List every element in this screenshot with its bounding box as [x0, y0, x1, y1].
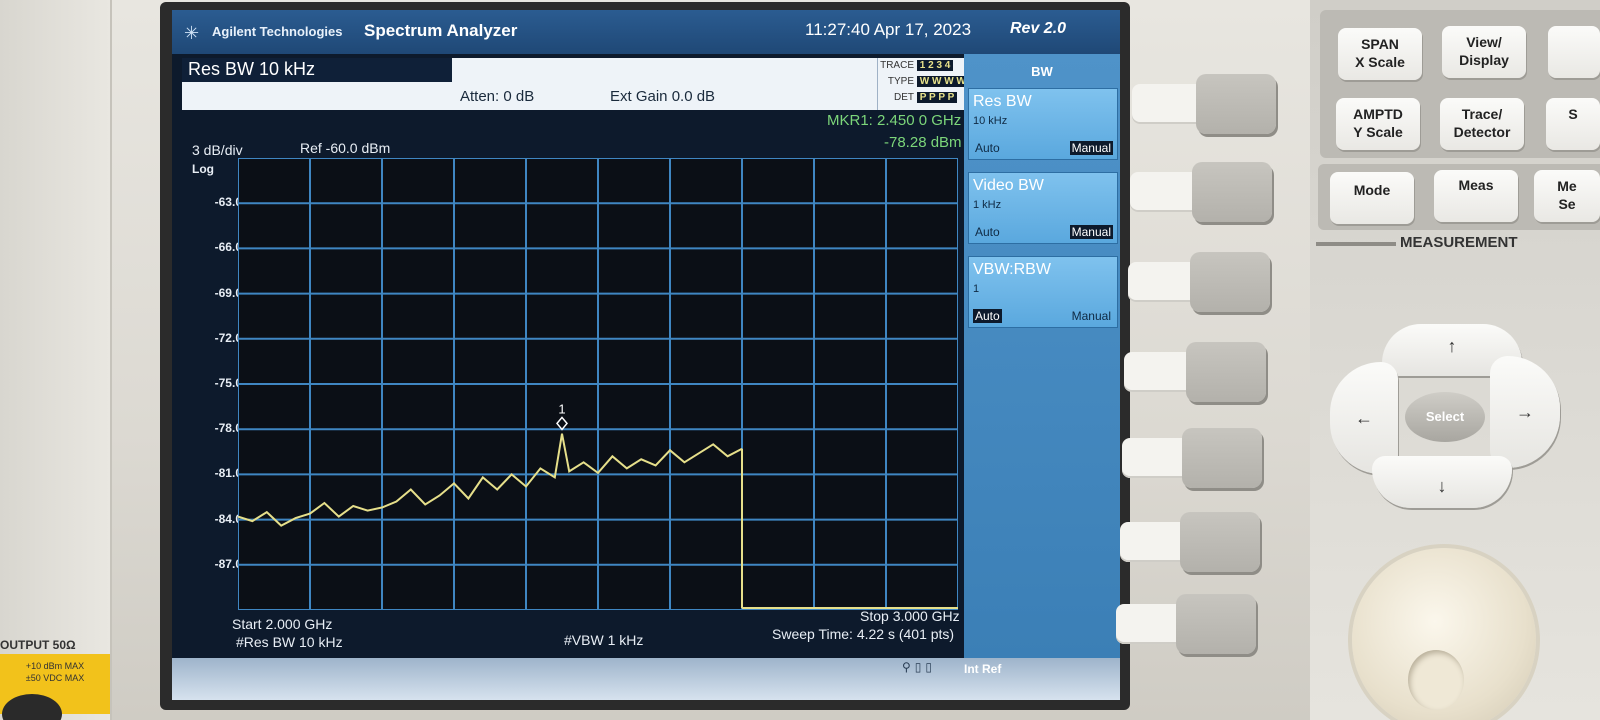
softkey-value: 10 kHz: [973, 115, 1008, 127]
attenuation-readout: Atten: 0 dB: [460, 88, 535, 105]
amptd-y-scale-key[interactable]: AMPTD Y Scale: [1336, 98, 1420, 150]
softkey-5-tab: [1122, 438, 1188, 478]
softkey-6-button[interactable]: [1180, 512, 1260, 572]
y-axis-label: -72.0: [214, 330, 242, 345]
softkey-auto: Auto: [975, 141, 1000, 155]
softkey-auto: Auto: [975, 225, 1000, 239]
y-axis-label: -87.0: [214, 556, 242, 571]
softkey-name: Res BW: [973, 93, 1032, 110]
marker-amplitude: -78.28 dBm: [884, 134, 962, 151]
ext-gain-readout: Ext Gain 0.0 dB: [610, 88, 716, 105]
softkey-manual-selected: Manual: [1069, 141, 1113, 155]
footer-vbw: #VBW 1 kHz: [564, 632, 644, 648]
softkey-7-tab: [1116, 604, 1182, 644]
y-axis-label: -84.0: [214, 511, 242, 526]
header-bar: ✳ Agilent Technologies Spectrum Analyzer…: [172, 10, 1120, 54]
y-axis-label: -75.0: [214, 376, 242, 390]
measurement-section-label: MEASUREMENT: [1400, 234, 1518, 251]
trace-label: TRACE: [880, 60, 914, 71]
s-key[interactable]: S: [1546, 98, 1600, 150]
date-time: 11:27:40 Apr 17, 2023: [805, 20, 972, 39]
y-axis-label: -69.0: [214, 285, 242, 300]
down-arrow-key[interactable]: ↓: [1372, 456, 1512, 508]
softkey-1-button[interactable]: [1196, 74, 1276, 134]
view-display-key[interactable]: View/ Display: [1442, 26, 1526, 78]
agilent-spark-icon: ✳: [184, 23, 200, 43]
int-ref-indicator: Int Ref: [964, 662, 1002, 676]
softkey-panel: BW Res BW 10 kHz Auto Manual Video BW 1 …: [964, 54, 1120, 658]
softkey-name: VBW:RBW: [973, 261, 1051, 278]
softkey-value: 1: [973, 283, 980, 295]
footer-res-bw: #Res BW 10 kHz: [236, 634, 343, 650]
reference-level: Ref -60.0 dBm: [300, 140, 391, 156]
app-title: Spectrum Analyzer: [364, 21, 518, 40]
softkey-4-tab: [1124, 352, 1190, 392]
meas-key[interactable]: Meas: [1434, 170, 1518, 222]
softkey-manual-selected: Manual: [1069, 225, 1113, 239]
softkey-7-button[interactable]: [1176, 594, 1256, 654]
brand-name: Agilent Technologies: [212, 24, 343, 39]
softkey-value: 1 kHz: [973, 199, 1002, 211]
softkey-menu-title: BW: [1031, 64, 1053, 79]
marker-1-number: 1: [558, 401, 565, 416]
y-axis-label: -63.0: [214, 195, 242, 210]
det-values: P P P P: [916, 92, 958, 103]
output-label: OUTPUT 50Ω: [0, 638, 76, 652]
scale-per-div: 3 dB/div: [192, 142, 243, 158]
softkey-manual: Manual: [1071, 309, 1111, 323]
softkey-5-button[interactable]: [1182, 428, 1262, 488]
mode-key[interactable]: Mode: [1330, 172, 1414, 224]
partial-key-top[interactable]: [1548, 26, 1600, 78]
type-row: TYPE W W W W: [880, 76, 969, 92]
trace-values: 1 2 3 4: [916, 60, 954, 71]
knob-finger-dimple: [1408, 650, 1464, 710]
softkey-6-tab: [1120, 522, 1186, 562]
select-button[interactable]: Select: [1405, 392, 1485, 442]
warning-text: +10 dBm MAX ±50 VDC MAX: [25, 661, 85, 683]
softkey-auto-selected: Auto: [973, 309, 1002, 323]
meas-setup-key[interactable]: Me Se: [1534, 170, 1600, 222]
type-label: TYPE: [887, 76, 914, 87]
marker-frequency: MKR1: 2.450 0 GHz: [827, 112, 962, 129]
trace-row: TRACE 1 2 3 4: [880, 60, 954, 76]
softkey-res-bw[interactable]: Res BW 10 kHz Auto Manual: [968, 88, 1118, 160]
analyzer-screen: ✳ Agilent Technologies Spectrum Analyzer…: [172, 10, 1120, 700]
measurement-divider: [1316, 242, 1396, 246]
softkey-2-tab: [1130, 172, 1196, 212]
active-function-res-bw: Res BW 10 kHz: [182, 58, 452, 82]
revision-label: Rev 2.0: [1010, 20, 1067, 37]
softkey-video-bw[interactable]: Video BW 1 kHz Auto Manual: [968, 172, 1118, 244]
scale-mode: Log: [192, 162, 214, 176]
span-x-scale-key[interactable]: SPAN X Scale: [1338, 28, 1422, 80]
sweep-time: Sweep Time: 4.22 s (401 pts): [772, 626, 955, 642]
type-values: W W W W: [916, 76, 969, 87]
y-axis-label: -66.0: [214, 240, 242, 255]
y-axis-label: -81.0: [214, 466, 242, 481]
softkey-3-tab: [1128, 262, 1194, 302]
softkey-name: Video BW: [973, 177, 1044, 194]
status-panel: Res BW 10 kHz Atten: 0 dB Ext Gain 0.0 d…: [182, 58, 972, 110]
status-icons: ⚲▯▯: [902, 660, 936, 674]
start-frequency: Start 2.000 GHz: [232, 616, 333, 632]
softkey-3-button[interactable]: [1190, 252, 1270, 312]
spectrum-plot: 1: [238, 158, 958, 610]
y-axis-label: -78.0: [214, 421, 242, 436]
stop-frequency: Stop 3.000 GHz: [860, 608, 960, 624]
softkey-2-button[interactable]: [1192, 162, 1272, 222]
softkey-vbw-rbw[interactable]: VBW:RBW 1 Auto Manual: [968, 256, 1118, 328]
det-row: DET P P P P: [880, 92, 958, 108]
det-label: DET: [894, 92, 914, 103]
trace-detector-key[interactable]: Trace/ Detector: [1440, 98, 1524, 150]
softkey-4-button[interactable]: [1186, 342, 1266, 402]
trace-status-box: TRACE 1 2 3 4 TYPE W W W W DET P P P P: [877, 58, 969, 110]
left-panel: OUTPUT 50Ω +10 dBm MAX ±50 VDC MAX: [0, 0, 112, 720]
softkey-1-tab: [1132, 84, 1198, 124]
